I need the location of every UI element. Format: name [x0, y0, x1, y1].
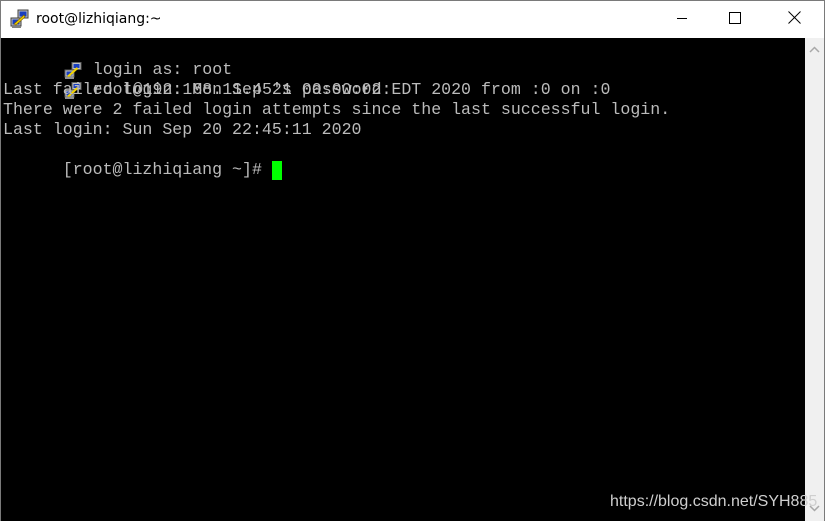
- prompt-line: [root@lizhiqiang ~]#: [3, 140, 282, 180]
- putty-window: root@lizhiqiang:~ login as: root root@19…: [0, 0, 825, 521]
- close-icon: [787, 10, 801, 29]
- putty-icon[interactable]: [10, 9, 30, 29]
- minimize-button[interactable]: [659, 1, 705, 38]
- terminal-line: There were 2 failed login attempts since…: [3, 100, 671, 119]
- close-button[interactable]: [771, 1, 817, 38]
- minimize-icon: [676, 11, 688, 29]
- window-title: root@lizhiqiang:~: [36, 11, 162, 27]
- text-cursor: [271, 161, 282, 180]
- scroll-up-button[interactable]: [805, 42, 824, 56]
- watermark-text: https://blog.csdn.net/SYH885: [610, 493, 818, 510]
- terminal-line: root@192.168.11.45's password:: [3, 60, 392, 99]
- vertical-scrollbar[interactable]: [805, 38, 824, 521]
- title-bar[interactable]: root@lizhiqiang:~: [1, 1, 824, 38]
- terminal-line: Last login: Sun Sep 20 22:45:11 2020: [3, 120, 362, 139]
- terminal-line: Last failed login: Mon Sep 21 00:00:02 E…: [3, 80, 611, 99]
- chevron-up-icon: [809, 40, 820, 58]
- terminal-area[interactable]: login as: root root@192.168.11.45's pass…: [1, 38, 805, 521]
- shell-prompt: [root@lizhiqiang ~]#: [62, 160, 272, 179]
- maximize-icon: [729, 11, 741, 29]
- terminal-line: login as: root: [3, 40, 232, 79]
- maximize-button[interactable]: [712, 1, 758, 38]
